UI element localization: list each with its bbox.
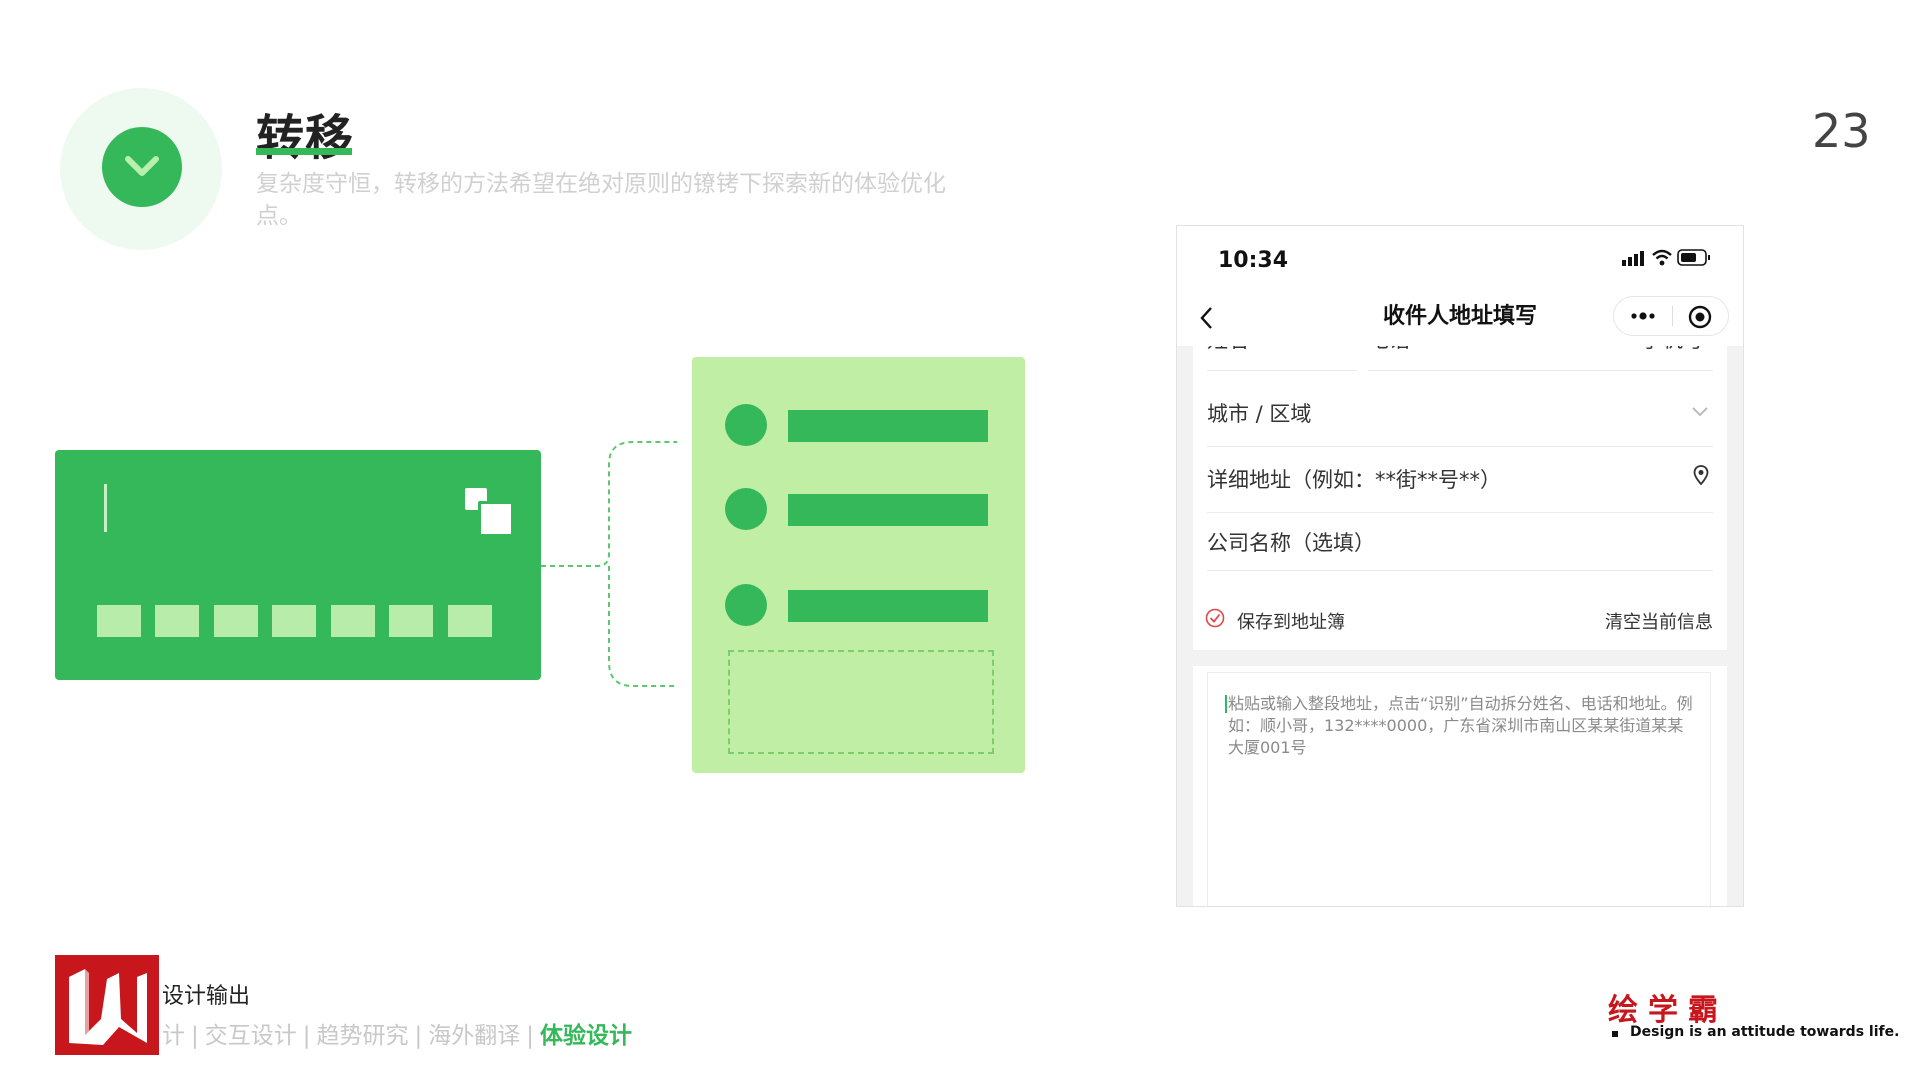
footer-nav-item[interactable]: 计 (162, 1023, 185, 1049)
more-dots-icon[interactable] (1630, 311, 1656, 321)
name-field-label[interactable]: 姓名 (1207, 346, 1249, 354)
code-cell (214, 605, 258, 637)
detail-address-field[interactable]: 详细地址（例如：**街**号**） (1207, 464, 1501, 494)
nav-bar: 收件人地址填写 (1177, 288, 1743, 346)
field-bar (788, 410, 988, 442)
page-title: 转移 (256, 110, 355, 166)
battery-icon (1677, 249, 1710, 266)
code-cell (331, 605, 375, 637)
clear-info-button[interactable]: 清空当前信息 (1605, 608, 1713, 634)
bracket-connector (541, 441, 677, 687)
check-circle-icon[interactable] (1205, 608, 1225, 628)
code-cell (272, 605, 316, 637)
brand-logo (55, 955, 159, 1055)
page-number: 23 (1812, 104, 1871, 158)
paste-placeholder: 粘贴或输入整段地址，点击“识别”自动拆分姓名、电话和地址。例如：顺小哥，132*… (1228, 694, 1693, 757)
location-pin-icon[interactable] (1693, 464, 1709, 486)
mobile-field-label[interactable]: 手机号 (1641, 346, 1704, 354)
footer-nav: 计 | 交互设计 | 趋势研究 | 海外翻译 | 体验设计 (162, 1023, 632, 1049)
chevron-down-icon[interactable] (1691, 406, 1709, 418)
address-form: 姓名 电话 手机号 城市 / 区域 详细地址（例如：**街**号**） 公司名称… (1193, 346, 1727, 584)
field-bar (788, 590, 988, 622)
footer-nav-item-active[interactable]: 体验设计 (540, 1023, 632, 1049)
section-gap (1177, 650, 1743, 666)
title-underline (256, 148, 352, 155)
divider (1207, 570, 1713, 571)
code-cell (389, 605, 433, 637)
divider (1207, 512, 1713, 513)
copy-icon (478, 501, 514, 537)
field-bar (788, 494, 988, 526)
target-circle-icon[interactable] (1688, 305, 1712, 329)
code-cell (155, 605, 199, 637)
save-to-addressbook-label[interactable]: 保存到地址簿 (1237, 608, 1345, 634)
footer-nav-item[interactable]: 海外翻译 (428, 1023, 520, 1049)
phone-screen: 10:34 收件人地址填写 城市 / 区域 详细地址（例如：**街**号**） … (1176, 225, 1744, 907)
field-dot (725, 404, 767, 446)
brand-slogan: Design is an attitude towards life. (1630, 1024, 1900, 1040)
paste-address-textarea[interactable]: 粘贴或输入整段地址，点击“识别”自动拆分姓名、电话和地址。例如：顺小哥，132*… (1207, 672, 1711, 906)
text-cursor-icon (104, 484, 107, 532)
brand-bullet (1612, 1031, 1618, 1037)
footer-category: 设计输出 (162, 984, 251, 1009)
wifi-icon (1652, 249, 1672, 266)
status-bar: 10:34 (1177, 226, 1743, 288)
code-cell (97, 605, 141, 637)
save-row: 保存到地址簿 清空当前信息 (1193, 584, 1727, 650)
empty-slot (728, 650, 994, 754)
field-dot (725, 584, 767, 626)
brand-name: 绘学霸 (1608, 993, 1728, 1028)
divider (1368, 370, 1713, 371)
paste-section: 粘贴或输入整段地址，点击“识别”自动拆分姓名、电话和地址。例如：顺小哥，132*… (1193, 666, 1727, 906)
divider (1207, 370, 1357, 371)
chevron-down-icon (102, 127, 182, 207)
miniapp-capsule (1613, 296, 1729, 336)
capsule-divider (1672, 306, 1673, 326)
divider (1207, 446, 1713, 447)
text-caret (1225, 695, 1227, 713)
company-name-field[interactable]: 公司名称（选填） (1207, 527, 1375, 557)
code-cell (448, 605, 492, 637)
footer-nav-item[interactable]: 交互设计 (205, 1023, 297, 1049)
city-region-field[interactable]: 城市 / 区域 (1207, 398, 1311, 428)
status-time: 10:34 (1218, 248, 1289, 273)
page-subtitle: 复杂度守恒，转移的方法希望在绝对原则的镣铐下探索新的体验优化点。 (256, 171, 946, 229)
phone-field-label[interactable]: 电话 (1368, 346, 1410, 354)
input-card-illustration (55, 450, 541, 680)
footer-nav-item[interactable]: 趋势研究 (317, 1023, 409, 1049)
signal-icon (1622, 251, 1644, 266)
field-dot (725, 488, 767, 530)
